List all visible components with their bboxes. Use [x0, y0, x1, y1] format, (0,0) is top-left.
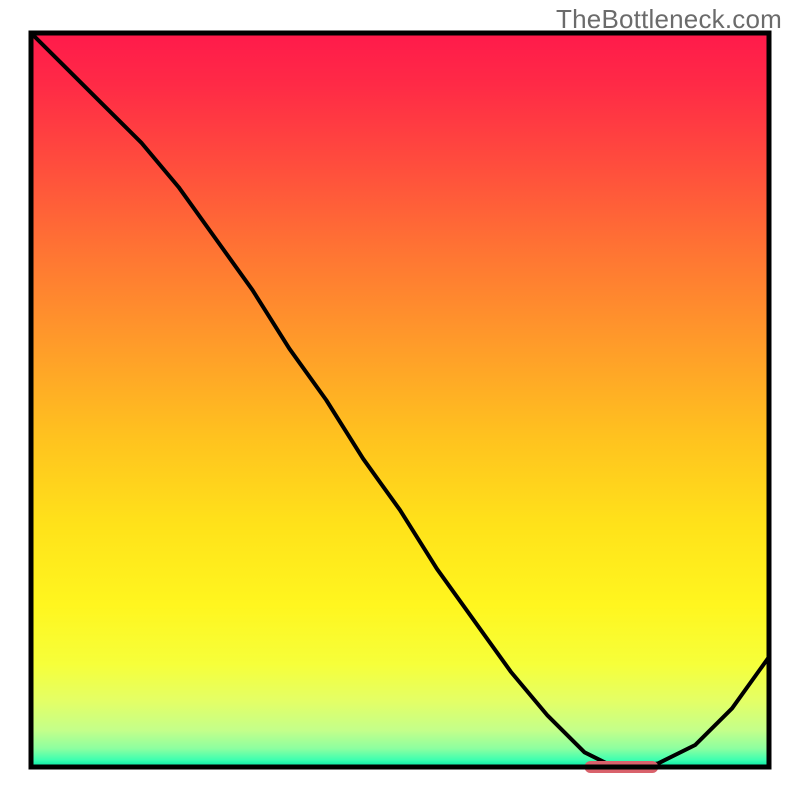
- chart-container: TheBottleneck.com: [0, 0, 800, 800]
- bottleneck-chart: [0, 0, 800, 800]
- watermark-text: TheBottleneck.com: [556, 4, 782, 35]
